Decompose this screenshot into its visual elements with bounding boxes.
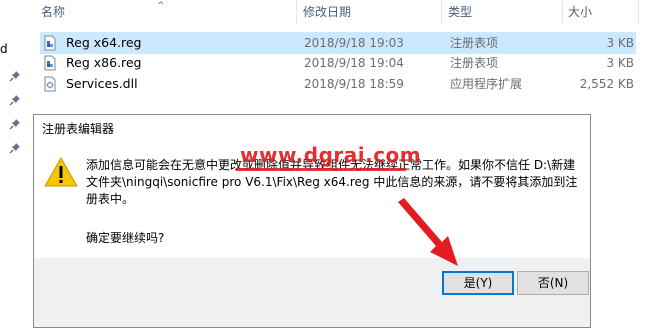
- file-name: Reg x86.reg: [66, 55, 142, 70]
- column-date[interactable]: 修改日期: [303, 0, 351, 24]
- pin-icon[interactable]: [9, 142, 21, 154]
- dll-file-icon: [42, 76, 58, 92]
- file-size: 3 KB: [606, 56, 634, 70]
- dialog-title: 注册表编辑器: [42, 122, 115, 136]
- dialog-titlebar[interactable]: 注册表编辑器: [34, 115, 590, 143]
- warning-icon: [44, 156, 78, 187]
- file-type: 应用程序扩展: [450, 77, 523, 91]
- pin-icon[interactable]: [9, 94, 21, 106]
- no-button[interactable]: 否(N): [517, 271, 589, 295]
- column-size[interactable]: 大小: [568, 0, 592, 24]
- yes-button[interactable]: 是(Y): [442, 271, 514, 295]
- file-name: Reg x64.reg: [66, 35, 142, 50]
- file-date: 2018/9/18 18:59: [304, 77, 404, 91]
- column-type[interactable]: 类型: [448, 0, 472, 24]
- watermark-underline: [236, 168, 406, 171]
- reg-file-icon: [42, 35, 58, 51]
- pin-icon[interactable]: [9, 70, 21, 82]
- nav-partial-label: d: [0, 42, 8, 56]
- file-type: 注册表项: [450, 36, 499, 50]
- column-header: ^ 名称 修改日期 类型 大小: [30, 0, 651, 24]
- watermark-text: www.dgrai.com: [240, 143, 422, 167]
- file-size: 3 KB: [606, 36, 634, 50]
- file-type: 注册表项: [450, 56, 499, 70]
- file-row[interactable]: Reg x86.reg 2018/9/18 19:04 注册表项 3 KB: [40, 52, 636, 74]
- reg-file-icon: [42, 55, 58, 71]
- file-size: 2,552 KB: [579, 77, 634, 91]
- file-row[interactable]: Services.dll 2018/9/18 18:59 应用程序扩展 2,55…: [40, 73, 636, 95]
- column-divider[interactable]: [441, 0, 442, 24]
- file-date: 2018/9/18 19:03: [304, 36, 404, 50]
- file-name: Services.dll: [66, 76, 138, 91]
- dialog-confirm-question: 确定要继续吗?: [86, 231, 165, 245]
- collapse-chevron-icon[interactable]: ^: [157, 0, 165, 12]
- pin-icon[interactable]: [9, 118, 21, 130]
- column-name[interactable]: 名称: [41, 0, 65, 24]
- column-divider[interactable]: [638, 0, 639, 24]
- file-row[interactable]: Reg x64.reg 2018/9/18 19:03 注册表项 3 KB: [40, 32, 636, 54]
- column-divider[interactable]: [296, 0, 297, 24]
- file-date: 2018/9/18 19:04: [304, 56, 404, 70]
- dialog-footer: 是(Y) 否(N): [34, 258, 590, 327]
- navigation-pane: d: [0, 0, 30, 330]
- column-divider[interactable]: [562, 0, 563, 24]
- red-arrow-icon: [398, 198, 458, 266]
